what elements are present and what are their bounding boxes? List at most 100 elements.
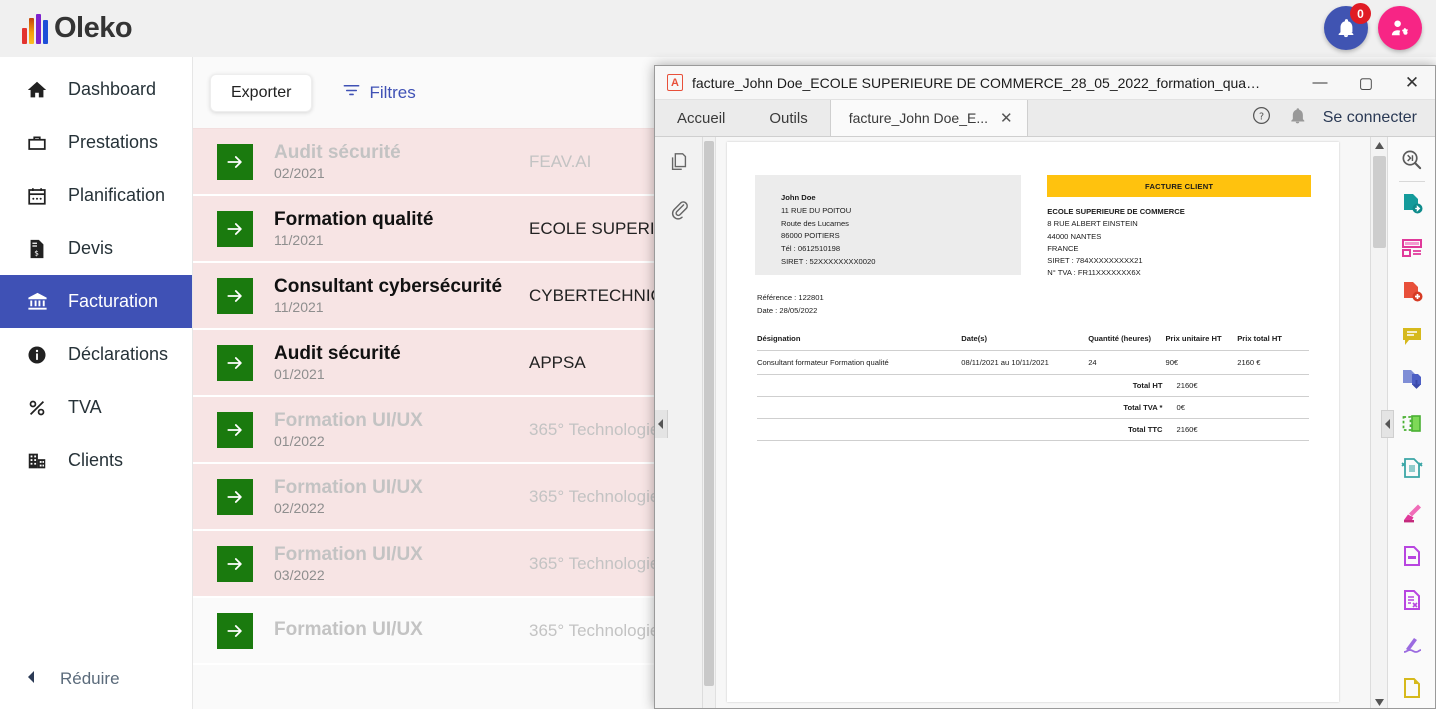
table-header-row: Désignation Date(s) Quantité (heures) Pr…: [757, 333, 1309, 351]
left-panel-collapse-button[interactable]: [655, 409, 668, 438]
maximize-button[interactable]: ▢: [1343, 66, 1389, 100]
open-invoice-button[interactable]: [217, 344, 253, 381]
open-invoice-button[interactable]: [217, 277, 253, 314]
open-invoice-button[interactable]: [217, 411, 253, 448]
compress-pdf-icon[interactable]: [1388, 358, 1436, 402]
invoice-totals: Total HT 2160€ Total TVA * 0€ Total TTC …: [757, 374, 1309, 441]
crop-pages-icon[interactable]: [1388, 402, 1436, 446]
sidebar-item-planification[interactable]: Planification: [0, 169, 192, 222]
tab-accueil[interactable]: Accueil: [655, 100, 747, 136]
sidebar-item-dashboard[interactable]: Dashboard: [0, 63, 192, 116]
sidebar-collapse-label: Réduire: [60, 669, 120, 688]
sidebar-item-label: Devis: [68, 238, 114, 258]
comment-icon[interactable]: [1388, 314, 1436, 358]
sidebar-item-label: Planification: [68, 185, 166, 205]
open-invoice-button[interactable]: [217, 143, 253, 180]
acrobat-title-bar[interactable]: A facture_John Doe_ECOLE SUPERIEURE DE C…: [655, 66, 1435, 100]
cell-quantity: 24: [1088, 350, 1166, 375]
open-invoice-button[interactable]: [217, 545, 253, 582]
right-panel-collapse-button[interactable]: [1381, 409, 1394, 438]
pdf-file-icon: A: [667, 74, 683, 91]
minimize-button[interactable]: —: [1297, 66, 1343, 100]
open-invoice-button[interactable]: [217, 210, 253, 247]
cell-total-price: 2160 €: [1237, 350, 1309, 375]
filters-button[interactable]: Filtres: [342, 81, 416, 105]
scrollbar-thumb[interactable]: [1373, 156, 1386, 248]
pdf-page-area[interactable]: John Doe 11 RUE DU POITOU Route des Luca…: [716, 137, 1370, 708]
sidebar-item-label: Prestations: [68, 132, 159, 152]
close-icon[interactable]: ✕: [1000, 109, 1013, 127]
filter-icon: [342, 81, 361, 105]
row-text: Audit sécurité 01/2021: [274, 343, 529, 383]
export-pdf-icon[interactable]: [1388, 182, 1436, 226]
col-dates: Date(s): [961, 333, 1089, 351]
table-row: Consultant formateur Formation qualité 0…: [757, 350, 1309, 375]
protect-pdf-icon[interactable]: [1388, 446, 1436, 490]
recipient-name: ECOLE SUPERIEURE DE COMMERCE: [1047, 207, 1185, 216]
document-tab[interactable]: facture_John Doe_E... ✕: [829, 100, 1028, 136]
notifications-button[interactable]: 0: [1324, 3, 1371, 50]
sidebar-item-prestations[interactable]: Prestations: [0, 116, 192, 169]
notification-badge: 0: [1350, 3, 1371, 24]
copy-pages-icon[interactable]: [668, 151, 690, 178]
acrobat-body: John Doe 11 RUE DU POITOU Route des Luca…: [655, 137, 1436, 708]
highlight-icon[interactable]: [1388, 490, 1436, 534]
row-title: Audit sécurité: [274, 342, 401, 364]
organize-pages-icon[interactable]: [1388, 226, 1436, 270]
recipient-line: N° TVA : FR11XXXXXXX6X: [1047, 268, 1141, 278]
bell-icon[interactable]: [1288, 106, 1307, 130]
stamp-icon[interactable]: [1388, 578, 1436, 622]
pen-signature-icon[interactable]: [1388, 622, 1436, 666]
scrollbar-thumb[interactable]: [704, 141, 714, 686]
filters-label: Filtres: [369, 82, 416, 102]
user-settings-button[interactable]: [1378, 6, 1422, 50]
close-button[interactable]: ✕: [1389, 66, 1435, 100]
arrow-right-icon: [227, 155, 242, 168]
recipient-line: 8 RUE ALBERT EINSTEIN: [1047, 219, 1138, 229]
pdf-page: John Doe 11 RUE DU POITOU Route des Luca…: [727, 142, 1339, 702]
left-rail-scrollbar[interactable]: [703, 137, 716, 708]
fill-sign-icon[interactable]: [1388, 534, 1436, 578]
col-quantity: Quantité (heures): [1088, 333, 1166, 351]
logo-bars-icon: [22, 13, 48, 44]
scroll-down-button[interactable]: [1371, 693, 1388, 708]
attachment-icon[interactable]: [668, 198, 690, 225]
tab-outils[interactable]: Outils: [747, 100, 829, 136]
open-invoice-button[interactable]: [217, 478, 253, 515]
sidebar-item-label: TVA: [68, 397, 102, 417]
row-date: 01/2022: [274, 433, 325, 450]
sidebar-collapse-button[interactable]: Réduire: [0, 657, 193, 701]
sidebar-item-devis[interactable]: $ Devis: [0, 222, 192, 275]
sidebar-item-facturation[interactable]: Facturation: [0, 275, 192, 328]
acrobat-tool-rail: [1381, 137, 1436, 708]
row-title: Formation UI/UX: [274, 618, 423, 640]
row-title: Audit sécurité: [274, 141, 401, 163]
row-date: 03/2022: [274, 567, 325, 584]
open-invoice-button[interactable]: [217, 612, 253, 649]
row-text: Audit sécurité 02/2021: [274, 142, 529, 182]
app-header: Oleko 0: [0, 0, 1436, 57]
acrobat-menu-bar: Accueil Outils facture_John Doe_E... ✕ ?…: [655, 100, 1435, 137]
home-icon: [24, 79, 50, 101]
row-date: 11/2021: [274, 232, 324, 249]
page-note-icon[interactable]: [1388, 666, 1436, 708]
sign-in-button[interactable]: Se connecter: [1323, 109, 1417, 127]
invoice-table: Désignation Date(s) Quantité (heures) Pr…: [757, 333, 1309, 441]
cell-designation: Consultant formateur Formation qualité: [757, 350, 962, 375]
row-title: Formation UI/UX: [274, 476, 423, 498]
user-settings-icon: [1391, 19, 1408, 35]
invoice-reference-block: Référence : 122801 Date : 28/05/2022: [727, 280, 1339, 318]
app-logo[interactable]: Oleko: [22, 12, 133, 45]
scroll-up-button[interactable]: [1371, 137, 1387, 154]
acrobat-left-rail: [655, 137, 703, 708]
create-pdf-icon[interactable]: [1388, 270, 1436, 314]
sidebar-item-clients[interactable]: Clients: [0, 434, 192, 487]
row-text: Formation UI/UX 02/2022: [274, 477, 529, 517]
sidebar-item-tva[interactable]: TVA: [0, 381, 192, 434]
help-circle-icon[interactable]: ?: [1251, 105, 1272, 131]
search-zoom-icon[interactable]: [1388, 137, 1436, 181]
export-button[interactable]: Exporter: [210, 73, 313, 112]
total-label: Total HT: [757, 374, 1177, 397]
window-title: facture_John Doe_ECOLE SUPERIEURE DE COM…: [692, 74, 1262, 91]
sidebar-item-declarations[interactable]: Déclarations: [0, 328, 192, 381]
